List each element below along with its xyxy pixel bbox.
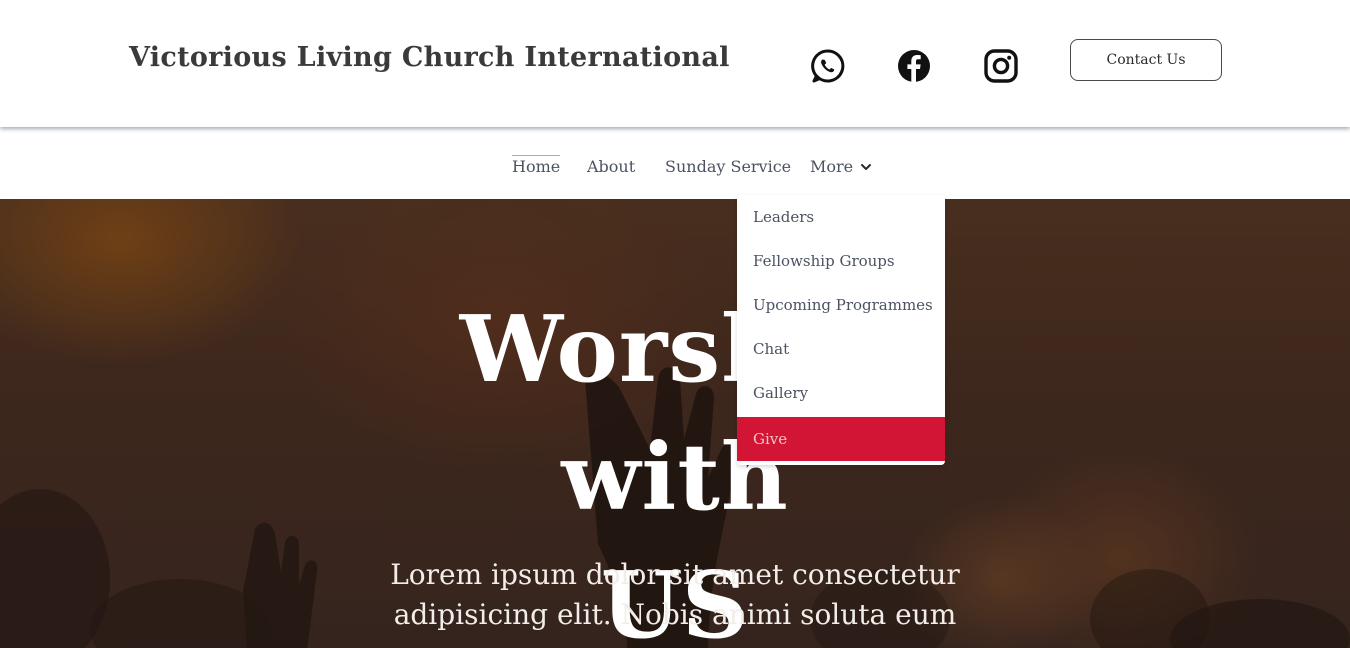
- contact-us-button[interactable]: Contact Us: [1070, 39, 1222, 81]
- hero-description: Lorem ipsum dolor sit amet consectetur a…: [390, 558, 960, 631]
- dropdown-item-leaders[interactable]: Leaders: [737, 195, 945, 239]
- nav-item-sunday-service[interactable]: Sunday Service: [665, 157, 791, 176]
- site-title[interactable]: Victorious Living Church International: [129, 42, 730, 73]
- main-nav: Home About Sunday Service More: [0, 127, 1350, 199]
- dropdown-item-chat[interactable]: Chat: [737, 327, 945, 371]
- site-header: Victorious Living Church International C…: [0, 0, 1350, 127]
- instagram-icon[interactable]: [982, 47, 1020, 85]
- more-dropdown-menu: Leaders Fellowship Groups Upcoming Progr…: [737, 195, 945, 465]
- nav-item-about[interactable]: About: [587, 157, 635, 176]
- nav-item-home[interactable]: Home: [512, 155, 561, 176]
- chevron-down-icon: [859, 160, 873, 174]
- dropdown-item-give[interactable]: Give: [737, 417, 945, 461]
- facebook-icon[interactable]: [895, 47, 933, 85]
- whatsapp-icon[interactable]: [809, 47, 847, 85]
- hero-section: Worship with US Lorem ipsum dolor sit am…: [0, 199, 1350, 648]
- nav-item-more[interactable]: More: [810, 157, 873, 176]
- dropdown-item-gallery[interactable]: Gallery: [737, 371, 945, 415]
- dropdown-item-fellowship-groups[interactable]: Fellowship Groups: [737, 239, 945, 283]
- nav-item-more-label: More: [810, 157, 854, 176]
- dropdown-item-upcoming-programmes[interactable]: Upcoming Programmes: [737, 283, 945, 327]
